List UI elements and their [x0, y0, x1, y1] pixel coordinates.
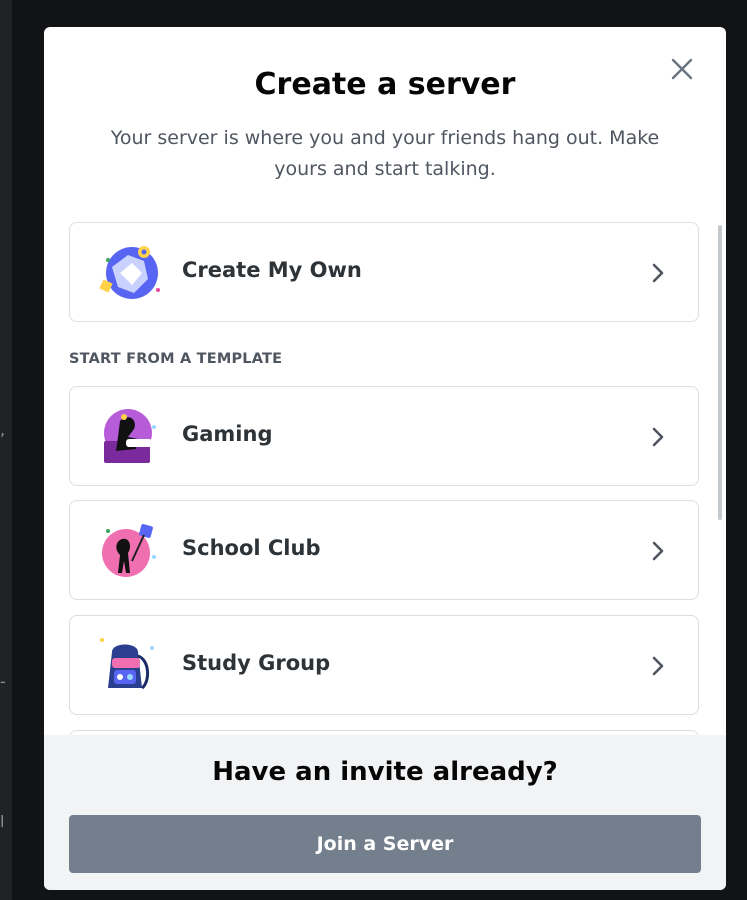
invite-prompt: Have an invite already?	[212, 757, 558, 787]
background-text-fragment: -	[0, 672, 6, 691]
modal-footer: Have an invite already? Join a Server	[44, 735, 726, 890]
chevron-right-icon	[652, 656, 664, 676]
school-club-illustration-icon	[98, 521, 160, 581]
template-gaming-button[interactable]: Gaming	[69, 386, 699, 486]
template-study-group-button[interactable]: Study Group	[69, 615, 699, 715]
backpack-illustration-icon	[98, 636, 160, 696]
join-server-button[interactable]: Join a Server	[69, 815, 701, 873]
chevron-right-icon	[652, 263, 664, 283]
create-my-own-button[interactable]: Create My Own	[69, 222, 699, 322]
template-school-club-button[interactable]: School Club	[69, 500, 699, 600]
option-label: Create My Own	[182, 258, 362, 282]
background-text-fragment: l	[0, 812, 5, 831]
modal-title: Create a server	[254, 67, 516, 102]
scrollbar-thumb[interactable]	[718, 225, 722, 520]
create-server-modal: Create a server Your server is where you…	[44, 27, 726, 890]
chevron-right-icon	[652, 541, 664, 561]
globe-illustration-icon	[98, 243, 160, 303]
gaming-illustration-icon	[98, 407, 160, 467]
background-text-fragment: ,	[0, 420, 6, 439]
background-panel-edge	[0, 0, 12, 900]
option-label: School Club	[182, 536, 321, 560]
section-label: START FROM A TEMPLATE	[69, 351, 283, 367]
option-label: Gaming	[182, 422, 273, 446]
modal-subtitle: Your server is where you and your friend…	[110, 127, 660, 180]
option-label: Study Group	[182, 651, 331, 675]
chevron-right-icon	[652, 427, 664, 447]
